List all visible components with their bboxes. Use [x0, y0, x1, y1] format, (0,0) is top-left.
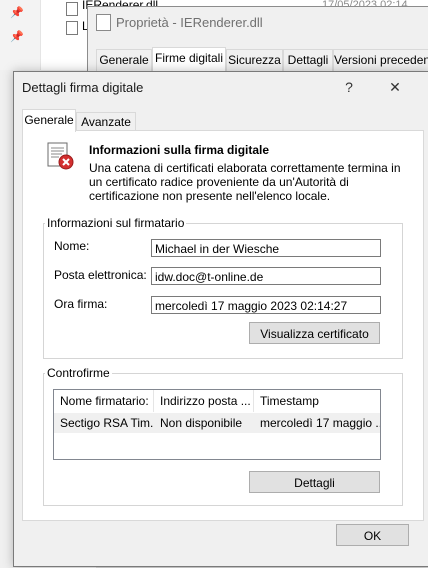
name-field[interactable]: Michael in der Wiesche	[151, 239, 381, 257]
email-field[interactable]: idw.doc@t-online.de	[151, 267, 381, 285]
pin-icon[interactable]: 📌	[10, 30, 24, 43]
dll-file-icon	[96, 14, 111, 31]
tab-firme-digitali[interactable]: Firme digitali	[152, 47, 226, 72]
row-signer-name: Sectigo RSA Tim...	[60, 416, 154, 430]
info-heading: Informazioni sulla firma digitale	[89, 143, 270, 157]
row-timestamp: mercoledì 17 maggio ...	[260, 416, 380, 430]
tab-generale[interactable]: Generale	[96, 49, 152, 71]
general-tab-panel: Informazioni sulla firma digitale Una ca…	[22, 130, 424, 521]
details-button[interactable]: Dettagli	[249, 471, 380, 493]
tab-versioni-precedenti[interactable]: Versioni precedenti	[333, 49, 428, 71]
help-button[interactable]: ?	[334, 74, 364, 100]
file-icon	[66, 21, 78, 35]
signing-time-label: Ora firma:	[54, 297, 108, 311]
tab-avanzate[interactable]: Avanzate	[76, 112, 136, 131]
signing-time-field[interactable]: mercoledì 17 maggio 2023 02:14:27	[151, 296, 381, 314]
pin-icon[interactable]: 📌	[10, 6, 24, 19]
certificate-warning-icon	[45, 141, 75, 171]
info-text: Una catena di certificati elaborata corr…	[89, 161, 401, 203]
column-header-signer-name[interactable]: Nome firmatario:	[54, 390, 154, 412]
ok-button[interactable]: OK	[336, 524, 409, 546]
explorer-navigation-pane: 📌 📌	[0, 0, 41, 70]
properties-window-title: Proprietà - IERenderer.dll	[116, 15, 263, 30]
tab-generale[interactable]: Generale	[22, 109, 76, 132]
close-button[interactable]: ✕	[380, 74, 410, 100]
countersignatures-legend: Controfirme	[45, 366, 112, 380]
email-label: Posta elettronica:	[54, 268, 147, 282]
row-email: Non disponibile	[160, 416, 243, 430]
countersignatures-list[interactable]: Nome firmatario: Indirizzo posta ... Tim…	[53, 389, 381, 460]
name-label: Nome:	[54, 239, 90, 253]
column-header-timestamp[interactable]: Timestamp	[254, 390, 380, 412]
column-header-email[interactable]: Indirizzo posta ...	[154, 390, 254, 412]
table-row[interactable]: Sectigo RSA Tim... Non disponibile merco…	[54, 413, 380, 433]
signature-details-dialog: Dettagli firma digitale ? ✕ Generale Ava…	[13, 71, 428, 567]
file-icon	[66, 2, 78, 16]
dialog-title: Dettagli firma digitale	[22, 80, 144, 95]
view-certificate-button[interactable]: Visualizza certificato	[249, 322, 380, 344]
tab-sicurezza[interactable]: Sicurezza	[226, 49, 283, 71]
signer-info-legend: Informazioni sul firmatario	[45, 216, 187, 230]
tab-dettagli[interactable]: Dettagli	[283, 49, 333, 71]
